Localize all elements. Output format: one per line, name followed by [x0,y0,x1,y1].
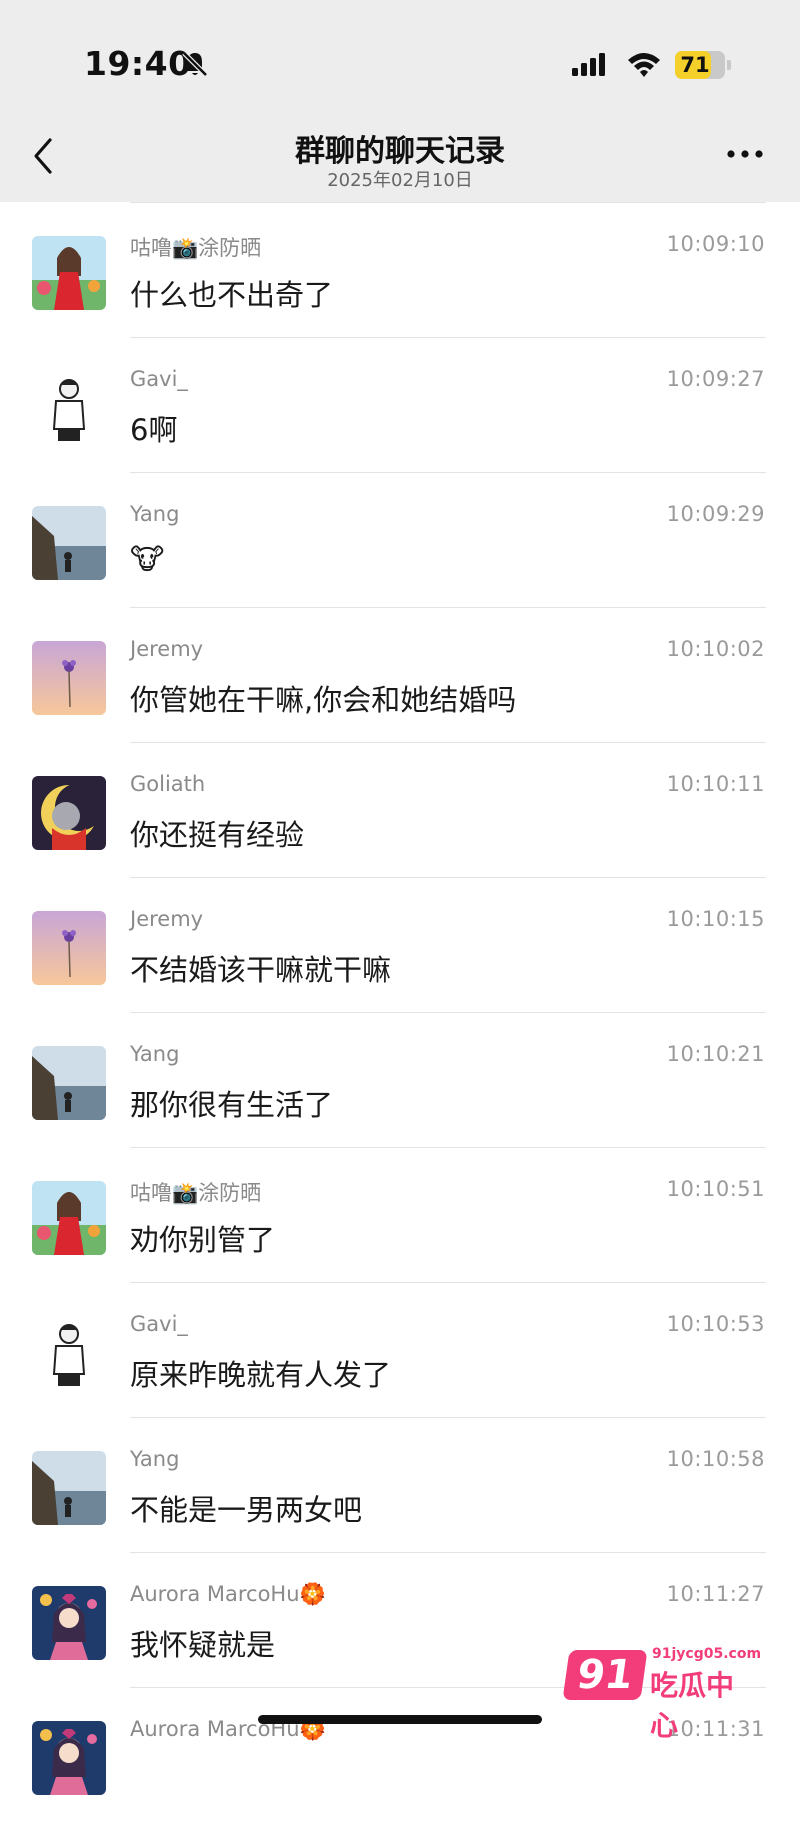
row-separator [130,742,766,743]
cellular-signal-icon [572,53,605,76]
sender-name: Gavi_ [130,1312,188,1336]
message-text: 你管她在干嘛,你会和她结婚吗 [130,683,517,717]
status-time: 19:40 [84,44,192,83]
row-separator [130,877,766,878]
row-separator [130,1012,766,1013]
message-row[interactable]: Jeremy 10:10:15 不结婚该干嘛就干嘛 [0,877,800,1012]
row-separator [130,1552,766,1553]
sender-name: Gavi_ [130,367,188,391]
message-text: 6啊 [130,413,178,447]
page-subtitle-date: 2025年02月10日 [327,170,473,191]
avatar[interactable] [32,371,106,445]
avatar[interactable] [32,1721,106,1795]
watermark-logo: 91 91jycg05.com 吃瓜中心 [562,1640,761,1742]
sender-name: 咕噜📸涂防晒 [130,236,262,260]
sender-name: Yang [130,502,180,526]
avatar[interactable] [32,1046,106,1120]
row-separator [130,1417,766,1418]
message-row[interactable]: 咕噜📸涂防晒 10:09:10 什么也不出奇了 [0,202,800,337]
message-text: 不结婚该干嘛就干嘛 [130,953,392,987]
row-separator [130,607,766,608]
sender-name: Jeremy [130,637,204,661]
message-row[interactable]: Jeremy 10:10:02 你管她在干嘛,你会和她结婚吗 [0,607,800,742]
message-time: 10:10:21 [666,1042,765,1066]
more-options-icon[interactable] [725,148,765,160]
message-text: 那你很有生活了 [130,1088,334,1122]
avatar[interactable] [32,776,106,850]
message-time: 10:10:11 [666,772,765,796]
avatar[interactable] [32,1181,106,1255]
watermark-text: 吃瓜中心 [650,1669,735,1742]
message-row[interactable]: 咕噜📸涂防晒 10:10:51 劝你别管了 [0,1147,800,1282]
avatar[interactable] [32,641,106,715]
avatar[interactable] [32,236,106,310]
message-text: 原来昨晚就有人发了 [130,1358,392,1392]
avatar[interactable] [32,911,106,985]
message-text: 不能是一男两女吧 [130,1493,363,1527]
home-indicator[interactable] [258,1715,542,1724]
sender-name: Aurora MarcoHu🏵️ [130,1582,326,1606]
watermark-url: 91jycg05.com [652,1646,762,1662]
row-separator [130,202,766,203]
watermark-badge: 91 [562,1650,648,1700]
message-time: 10:09:27 [666,367,765,391]
row-separator [130,472,766,473]
message-time: 10:09:29 [666,502,765,526]
message-text: 我怀疑就是 [130,1628,276,1662]
sender-name: Yang [130,1447,180,1471]
sender-name: Jeremy [130,907,204,931]
top-bar: 19:40 71 群聊的聊天记录 2025年02月10日 [0,0,800,202]
message-time: 10:10:15 [666,907,765,931]
row-separator [130,337,766,338]
message-text: 🐮 [130,542,165,576]
message-row[interactable]: Yang 10:10:21 那你很有生活了 [0,1012,800,1147]
message-row[interactable]: Yang 10:10:58 不能是一男两女吧 [0,1417,800,1552]
message-time: 10:09:10 [666,232,765,256]
wifi-icon [628,53,660,77]
message-text: 劝你别管了 [130,1223,276,1257]
message-text: 你还挺有经验 [130,818,305,852]
message-time: 10:10:58 [666,1447,765,1471]
message-row[interactable]: Goliath 10:10:11 你还挺有经验 [0,742,800,877]
row-separator [130,1147,766,1148]
battery-tip [727,60,731,70]
sender-name: Goliath [130,772,206,796]
avatar[interactable] [32,1586,106,1660]
message-time: 10:10:51 [666,1177,765,1201]
message-time: 10:10:02 [666,637,765,661]
battery-indicator: 71 [675,51,731,79]
message-time: 10:11:27 [666,1582,765,1606]
sender-name: 咕噜📸涂防晒 [130,1181,262,1205]
message-text: 什么也不出奇了 [130,278,334,312]
bell-muted-icon [182,51,208,77]
message-row[interactable]: Gavi_ 10:10:53 原来昨晚就有人发了 [0,1282,800,1417]
message-row[interactable]: Gavi_ 10:09:27 6啊 [0,337,800,472]
message-list[interactable]: 咕噜📸涂防晒 10:09:10 什么也不出奇了 Gavi_ 10:09:27 6啊 Yang… [0,202,800,1822]
row-separator [130,1282,766,1283]
sender-name: Yang [130,1042,180,1066]
page-title: 群聊的聊天记录 [295,134,505,169]
avatar[interactable] [32,506,106,580]
avatar[interactable] [32,1451,106,1525]
message-row[interactable]: Yang 10:09:29 🐮 [0,472,800,607]
avatar[interactable] [32,1316,106,1390]
message-time: 10:10:53 [666,1312,765,1336]
battery-percentage: 71 [680,53,710,77]
